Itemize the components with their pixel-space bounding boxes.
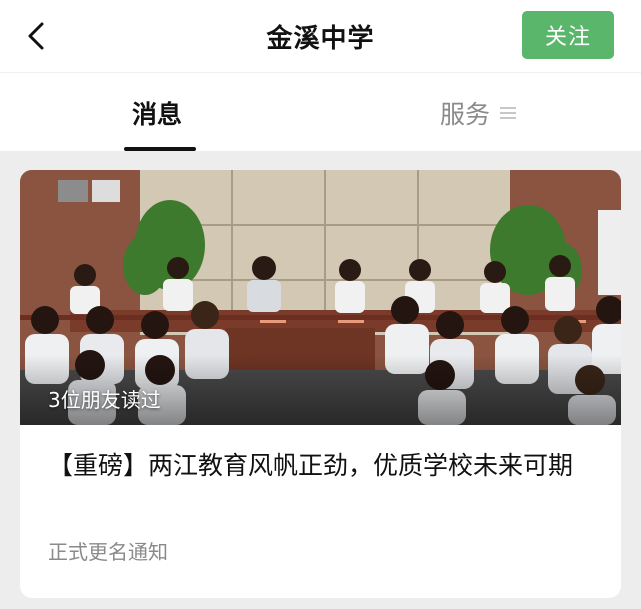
article-card[interactable]: 3位朋友读过 【重磅】两江教育风帆正劲，优质学校未来可期 正式更名通知 bbox=[20, 170, 621, 598]
article-title: 【重磅】两江教育风帆正劲，优质学校未来可期 bbox=[48, 451, 574, 480]
top-bar: 金溪中学 关注 bbox=[0, 0, 641, 72]
tab-messages[interactable]: 消息 bbox=[132, 95, 182, 131]
article-subtitle: 正式更名通知 bbox=[48, 540, 168, 564]
menu-icon bbox=[500, 106, 517, 120]
friends-read-badge: 3位朋友读过 bbox=[48, 388, 161, 412]
article-cover-photo: 3位朋友读过 bbox=[20, 170, 621, 425]
follow-button[interactable]: 关注 bbox=[522, 11, 614, 59]
tab-services[interactable]: 服务 bbox=[440, 95, 517, 131]
official-account-page: 金溪中学 关注 消息 服务 3位朋友读过 【重磅】两江教育风帆正劲，优质学校未来… bbox=[0, 0, 641, 609]
active-tab-indicator bbox=[124, 147, 196, 151]
tab-bar: 消息 服务 bbox=[0, 72, 641, 151]
tab-services-label: 服务 bbox=[440, 100, 491, 129]
